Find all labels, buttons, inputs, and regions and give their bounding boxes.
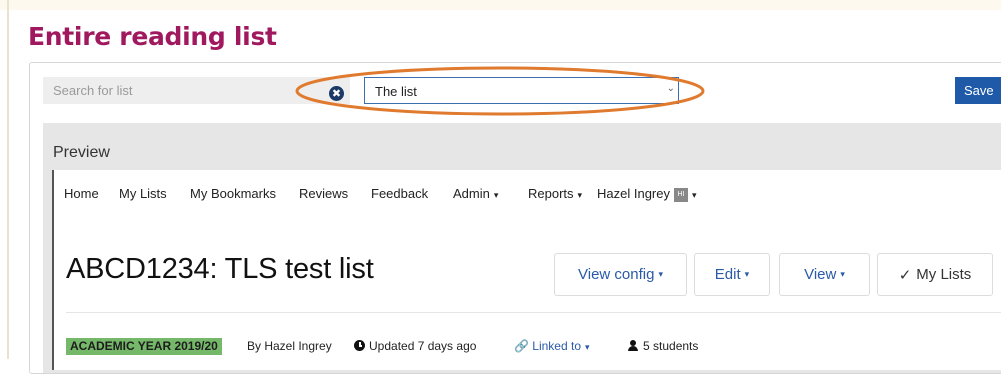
my-lists-button[interactable]: ✓ My Lists [877,253,993,296]
caret-down-icon: ▾ [744,269,750,279]
edit-button[interactable]: Edit ▾ [694,253,770,296]
nav-reviews[interactable]: Reviews [299,186,348,201]
list-select[interactable]: The list ⌄ [364,77,679,104]
link-icon: 🔗 [514,339,529,353]
nav-my-lists[interactable]: My Lists [119,186,167,201]
caret-down-icon: ▾ [493,190,499,200]
list-title: ABCD1234: TLS test list [66,253,374,285]
nav-reports-dropdown[interactable]: Reports ▾ [528,186,582,201]
top-banner-strip [0,0,1001,10]
last-updated: Updated 7 days ago [354,339,476,353]
caret-down-icon: ▾ [840,269,845,279]
chevron-down-icon: ⌄ [666,83,675,94]
view-config-button[interactable]: View config ▾ [554,253,687,296]
user-initials-avatar: HI [673,187,688,202]
nav-admin-dropdown[interactable]: Admin ▾ [453,186,498,201]
academic-year-badge: ACADEMIC YEAR 2019/20 [66,338,222,355]
title-divider [66,312,1001,313]
linked-to-dropdown[interactable]: 🔗 Linked to ▾ [514,339,590,353]
view-button[interactable]: View ▾ [779,253,870,296]
search-list-input[interactable] [43,77,350,104]
student-count: 5 students [628,339,698,353]
caret-down-icon: ▾ [691,190,697,200]
save-button[interactable]: Save [955,77,1001,104]
caret-down-icon: ▾ [658,269,663,279]
page-title: Entire reading list [28,22,277,51]
caret-down-icon: ▾ [577,190,583,200]
nav-feedback[interactable]: Feedback [371,186,428,201]
check-icon: ✓ [898,266,912,284]
nav-user-menu[interactable]: Hazel Ingrey HI ▾ [597,186,697,202]
clock-icon [354,340,365,351]
user-icon [628,340,638,351]
list-author: By Hazel Ingrey [247,339,332,353]
nav-my-bookmarks[interactable]: My Bookmarks [190,186,276,201]
list-select-value: The list [375,84,417,99]
preview-label: Preview [53,144,110,161]
clear-search-icon[interactable]: ✖ [329,86,344,101]
caret-down-icon: ▾ [585,342,590,352]
left-edge-rule [7,0,9,359]
nav-home[interactable]: Home [64,186,99,201]
